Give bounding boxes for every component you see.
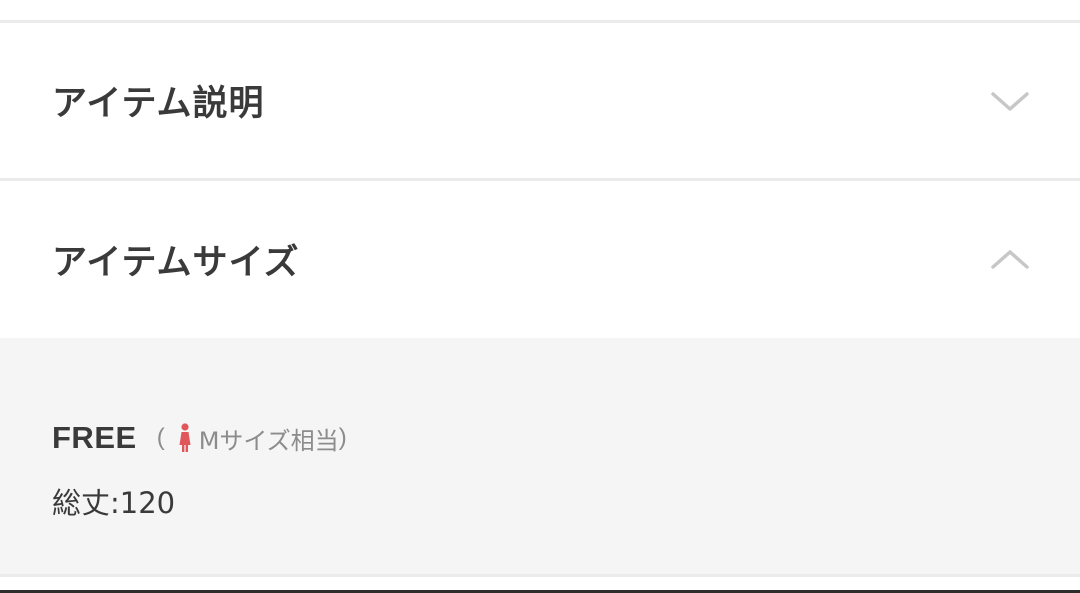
measurement-total-length: 総丈:120 <box>52 486 176 520</box>
accordion-title-description: アイテム説明 <box>52 84 265 124</box>
size-name: FREE <box>52 420 137 455</box>
chevron-down-icon[interactable] <box>990 87 1030 115</box>
accordion-item-size[interactable]: アイテムサイズ <box>0 181 1080 338</box>
bottom-divider <box>0 574 1080 577</box>
chevron-up-icon[interactable] <box>990 246 1030 274</box>
item-detail-page: アイテム説明 アイテムサイズ FREE (Mサイズ相当) 総丈:120 <box>0 0 1080 593</box>
size-equivalent-note: ( Mサイズ相当 ) <box>157 421 347 456</box>
note-close-paren: ) <box>338 424 347 451</box>
note-text: Mサイズ相当 <box>198 426 339 455</box>
accordion-title-size: アイテムサイズ <box>52 243 300 283</box>
size-row: FREE ( Mサイズ相当 ) <box>52 420 347 456</box>
note-open-paren: ( <box>156 424 165 451</box>
size-panel: FREE ( Mサイズ相当 ) 総丈:120 <box>0 338 1080 574</box>
female-figure-icon <box>177 423 193 453</box>
accordion-item-description[interactable]: アイテム説明 <box>0 23 1080 178</box>
